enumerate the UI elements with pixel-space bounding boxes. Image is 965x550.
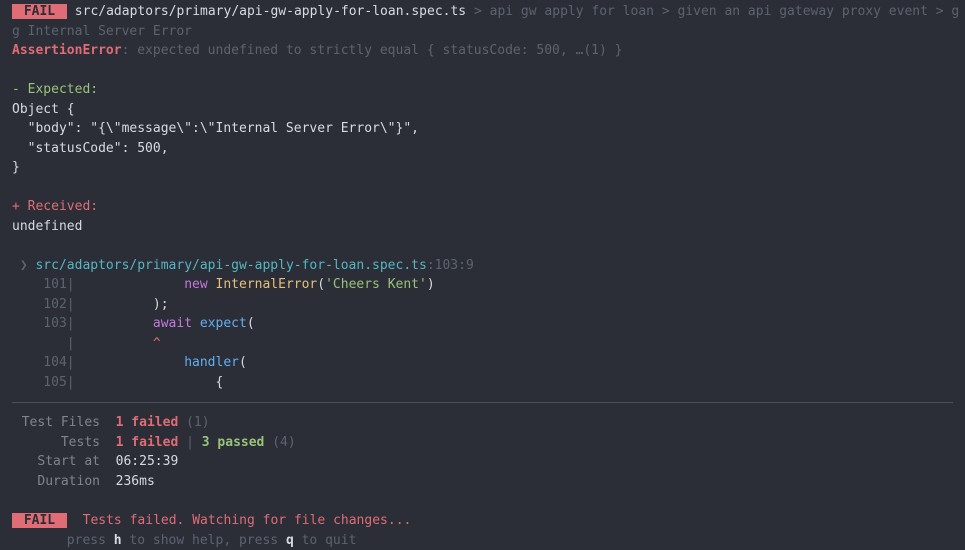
suite-name-2: given an api gateway proxy event — [677, 4, 927, 19]
test-file-path: src/adaptors/primary/api-gw-apply-for-lo… — [75, 4, 466, 19]
fail-badge: FAIL — [12, 4, 67, 19]
stack-frame: ❯ src/adaptors/primary/api-gw-apply-for-… — [0, 256, 965, 276]
stack-pointer-icon: ❯ — [20, 258, 28, 273]
blank-line — [0, 236, 965, 256]
suite-name-1: api gw apply for loan — [490, 4, 654, 19]
summary-duration: Duration 236ms — [0, 472, 965, 492]
diff-line: } — [0, 158, 965, 178]
code-line-104: 104| handler( — [0, 353, 965, 373]
code-line-102: 102| ); — [0, 295, 965, 315]
suite-name-3: g Internal Server Error — [0, 22, 965, 42]
fail-header-line: FAIL src/adaptors/primary/api-gw-apply-f… — [0, 2, 965, 22]
fail-badge: FAIL — [12, 513, 67, 528]
blank-line — [0, 178, 965, 198]
diff-line: "body": "{\"message\":\"Internal Server … — [0, 119, 965, 139]
watching-text: Tests failed. Watching for file changes.… — [83, 513, 412, 528]
code-line-103: 103| await expect( — [0, 314, 965, 334]
received-value: undefined — [0, 217, 965, 237]
hint-key-h[interactable]: h — [114, 533, 122, 548]
summary-test-files: Test Files 1 failed (1) — [0, 413, 965, 433]
code-line-105: 105| { — [0, 373, 965, 393]
stack-file: src/adaptors/primary/api-gw-apply-for-lo… — [35, 258, 426, 273]
assertion-message: : expected undefined to strictly equal {… — [122, 43, 623, 58]
expected-header: - Expected: — [0, 80, 965, 100]
hint-key-q[interactable]: q — [286, 533, 294, 548]
footer-hint: press h to show help, press q to quit — [0, 531, 965, 550]
diff-line: Object { — [0, 100, 965, 120]
diff-line: "statusCode": 500, — [0, 139, 965, 159]
footer-status: FAIL Tests failed. Watching for file cha… — [0, 511, 965, 531]
stack-loc: :103:9 — [427, 258, 474, 273]
divider — [12, 402, 953, 403]
assertion-error-line: AssertionError: expected undefined to st… — [0, 41, 965, 61]
assertion-label: AssertionError — [12, 43, 122, 58]
code-caret-line: | ^ — [0, 334, 965, 354]
summary-tests: Tests 1 failed | 3 passed (4) — [0, 433, 965, 453]
received-header: + Received: — [0, 197, 965, 217]
code-line-101: 101| new InternalError('Cheers Kent') — [0, 275, 965, 295]
blank-line — [0, 61, 965, 81]
summary-start: Start at 06:25:39 — [0, 452, 965, 472]
